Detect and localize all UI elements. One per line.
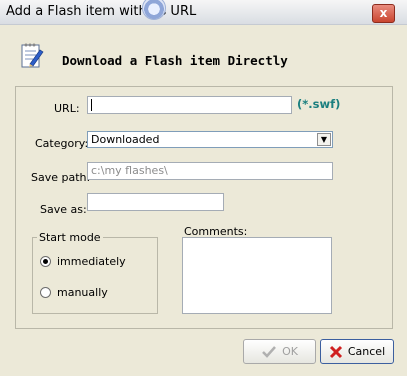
category-select[interactable]: Downloaded ▼ [87, 131, 333, 148]
category-label: Category: [35, 137, 89, 150]
swf-hint: (*.swf) [297, 97, 341, 111]
title-bar: Add a Flash item with its URL x [0, 0, 407, 25]
header-title: Download a Flash item Directly [62, 53, 288, 68]
checkmark-icon [262, 345, 276, 358]
save-path-label: Save path: [31, 171, 91, 184]
radio-manually-label[interactable]: manually [57, 286, 108, 299]
text-caret [91, 99, 92, 111]
save-as-label: Save as: [40, 203, 87, 216]
url-label: URL: [54, 102, 80, 115]
window-title: Add a Flash item with its URL [6, 4, 197, 19]
cancel-label: Cancel [347, 345, 386, 358]
notepad-pencil-icon [20, 42, 44, 70]
ok-label: OK [282, 345, 298, 358]
ok-button[interactable]: OK [243, 339, 316, 364]
radio-immediately[interactable] [40, 256, 51, 267]
start-mode-group [32, 237, 158, 314]
radio-selected-dot [43, 259, 48, 264]
cross-icon [329, 345, 342, 358]
chevron-down-icon[interactable]: ▼ [317, 133, 331, 146]
cancel-button[interactable]: Cancel [320, 339, 394, 364]
category-value: Downloaded [91, 133, 160, 146]
save-as-input[interactable] [87, 193, 224, 211]
radio-immediately-label[interactable]: immediately [57, 255, 126, 268]
save-path-input[interactable]: c:\my flashes\ [87, 162, 333, 180]
start-mode-legend: Start mode [37, 231, 103, 244]
radio-manually[interactable] [40, 287, 51, 298]
url-input[interactable] [87, 96, 292, 114]
comments-textarea[interactable] [182, 237, 332, 314]
close-button[interactable]: x [372, 4, 395, 23]
